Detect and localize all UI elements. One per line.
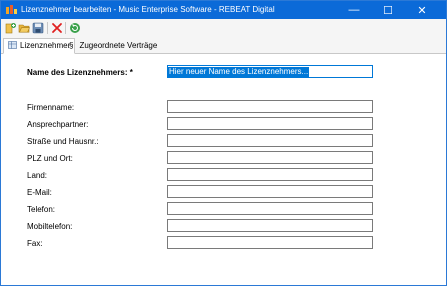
mobile-phone-input[interactable] xyxy=(167,219,373,232)
licensee-name-label: Name des Lizenznehmers: * xyxy=(27,68,133,77)
mobile-phone-label: Mobiltelefon: xyxy=(27,222,73,231)
zip-city-input[interactable] xyxy=(167,151,373,164)
company-name-label: Firmenname: xyxy=(27,103,75,112)
minimize-button[interactable]: — xyxy=(339,1,369,19)
window-title: Lizenznehmer bearbeiten - Music Enterpri… xyxy=(21,5,275,14)
app-icon xyxy=(6,5,17,14)
country-label: Land: xyxy=(27,171,48,180)
email-label: E-Mail: xyxy=(27,188,52,197)
tab-grid-icon xyxy=(8,41,17,49)
contact-person-label: Ansprechpartner: xyxy=(27,120,89,129)
minimize-icon: — xyxy=(348,4,360,16)
zip-city-label: PLZ und Ort: xyxy=(27,154,73,163)
phone-input[interactable] xyxy=(167,202,373,215)
street-label: Straße und Hausnr.: xyxy=(27,137,99,146)
refresh-icon[interactable] xyxy=(69,22,81,34)
toolbar-separator xyxy=(47,22,48,34)
licensee-name-selected-text: Hier neuer Name des Lizenznehmers... xyxy=(168,67,310,77)
tab-assigned-contracts[interactable]: § Zugeordnete Verträge xyxy=(65,39,161,53)
open-folder-icon[interactable] xyxy=(18,22,30,34)
licensee-form: Name des Lizenznehmers: * Hier neuer Nam… xyxy=(1,54,446,285)
fax-input[interactable] xyxy=(167,236,373,249)
maximize-button[interactable]: ☐ xyxy=(373,1,403,19)
title-bar[interactable]: Lizenznehmer bearbeiten - Music Enterpri… xyxy=(1,1,446,19)
tab-label: Lizenznehmer xyxy=(20,41,71,50)
email-input[interactable] xyxy=(167,185,373,198)
company-name-input[interactable] xyxy=(167,100,373,113)
save-icon[interactable] xyxy=(32,22,44,34)
delete-icon[interactable] xyxy=(51,22,63,34)
tab-strip: Lizenznehmer § Zugeordnete Verträge xyxy=(1,37,446,54)
fax-label: Fax: xyxy=(27,239,43,248)
section-icon: § xyxy=(69,41,74,50)
edit-licensee-window: Lizenznehmer bearbeiten - Music Enterpri… xyxy=(0,0,447,286)
new-icon[interactable] xyxy=(5,22,17,34)
close-icon: ✕ xyxy=(417,4,427,17)
close-button[interactable]: ✕ xyxy=(407,1,437,19)
contact-person-input[interactable] xyxy=(167,117,373,130)
tab-label: Zugeordnete Verträge xyxy=(79,41,158,50)
phone-label: Telefon: xyxy=(27,205,56,214)
street-input[interactable] xyxy=(167,134,373,147)
toolbar-separator xyxy=(65,22,66,34)
maximize-icon: ☐ xyxy=(383,4,393,17)
toolbar xyxy=(1,19,446,38)
country-input[interactable] xyxy=(167,168,373,181)
